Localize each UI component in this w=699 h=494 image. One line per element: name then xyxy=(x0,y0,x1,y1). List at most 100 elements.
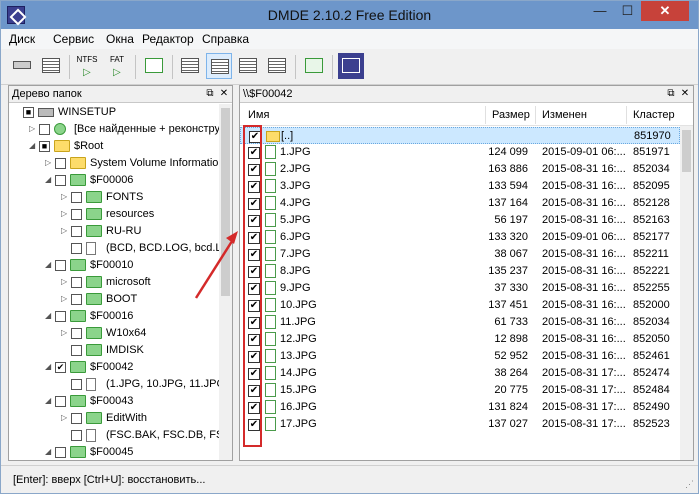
expand-icon[interactable]: ▷ xyxy=(61,192,67,201)
tree-row[interactable]: ▷ FONTS xyxy=(9,189,221,206)
about-button[interactable] xyxy=(338,53,364,79)
file-row[interactable]: ✔ 8.JPG 135 237 2015-08-31 16:... 852221 xyxy=(240,263,680,280)
drives-button[interactable] xyxy=(9,53,35,79)
tree-row[interactable]: ◢ $F00010 xyxy=(9,257,221,274)
tree-checkbox[interactable] xyxy=(55,158,66,169)
tree-row[interactable]: (FSC.BAK, FSC.DB, FSCaptu xyxy=(9,427,221,444)
column-modified[interactable]: Изменен xyxy=(542,109,587,121)
tree-checkbox[interactable] xyxy=(55,175,66,186)
close-icon[interactable]: ✕ xyxy=(679,87,691,100)
file-row[interactable]: ✔ 7.JPG 38 067 2015-08-31 16:... 852211 xyxy=(240,246,680,263)
tree-checkbox[interactable] xyxy=(71,209,82,220)
view-tree-button[interactable] xyxy=(177,53,203,79)
menu-windows[interactable]: Окна xyxy=(106,32,134,46)
tree-row[interactable]: ▷ RU-RU xyxy=(9,223,221,240)
tree-checkbox[interactable] xyxy=(71,345,82,356)
expand-icon[interactable]: ▷ xyxy=(61,294,67,303)
file-scrollbar[interactable] xyxy=(680,126,693,460)
tree-checkbox[interactable] xyxy=(71,413,82,424)
file-row[interactable]: ✔ 14.JPG 38 264 2015-08-31 17:... 852474 xyxy=(240,365,680,382)
new-button[interactable] xyxy=(141,53,167,79)
file-row[interactable]: ✔ 13.JPG 52 952 2015-08-31 16:... 852461 xyxy=(240,348,680,365)
tree-row[interactable]: ◢ ■ $Root xyxy=(9,138,221,155)
tree-row[interactable]: ▷ microsoft xyxy=(9,274,221,291)
view-details-button[interactable] xyxy=(235,53,261,79)
file-row[interactable]: ✔ 15.JPG 20 775 2015-08-31 17:... 852484 xyxy=(240,382,680,399)
tree-checkbox[interactable] xyxy=(71,294,82,305)
tree-checkbox[interactable] xyxy=(71,192,82,203)
expand-icon[interactable]: ▷ xyxy=(61,277,67,286)
tree-checkbox[interactable] xyxy=(55,447,66,458)
expand-icon[interactable]: ▷ xyxy=(29,124,35,133)
column-cluster[interactable]: Кластер xyxy=(633,109,675,121)
tree-checkbox[interactable] xyxy=(39,124,50,135)
file-row[interactable]: ✔ 1.JPG 124 099 2015-09-01 06:... 851971 xyxy=(240,144,680,161)
maximize-button[interactable]: ☐ xyxy=(614,1,641,21)
collapse-icon[interactable]: ◢ xyxy=(29,141,35,150)
file-scroll-thumb[interactable] xyxy=(682,130,691,172)
close-icon[interactable]: ✕ xyxy=(218,87,230,100)
menu-service[interactable]: Сервис xyxy=(53,32,94,46)
tree-row[interactable]: ◢ $F00043 xyxy=(9,393,221,410)
partitions-button[interactable] xyxy=(38,53,64,79)
column-name[interactable]: Имя xyxy=(248,109,269,121)
pin-icon[interactable]: ⧉ xyxy=(665,87,677,100)
collapse-icon[interactable]: ◢ xyxy=(45,311,51,320)
recover-button[interactable] xyxy=(301,53,327,79)
tree-row[interactable]: (1.JPG, 10.JPG, 11.JPG, 12.JF xyxy=(9,376,221,393)
search-button[interactable] xyxy=(264,53,290,79)
tree-row[interactable]: IMDISK xyxy=(9,342,221,359)
pin-icon[interactable]: ⧉ xyxy=(204,87,216,100)
close-button[interactable]: ✕ xyxy=(641,1,689,21)
expand-icon[interactable]: ▷ xyxy=(61,413,67,422)
file-row[interactable]: ✔ 4.JPG 137 164 2015-08-31 16:... 852128 xyxy=(240,195,680,212)
tree-checkbox[interactable] xyxy=(71,328,82,339)
ntfs-search-button[interactable]: NTFS ▷ xyxy=(74,53,100,79)
tree-row[interactable]: ▷ BOOT xyxy=(9,291,221,308)
tree-row[interactable]: ◢ $F00045 xyxy=(9,444,221,460)
tree-checkbox[interactable] xyxy=(71,226,82,237)
tree-row[interactable]: ◢ $F00016 xyxy=(9,308,221,325)
resize-grip-icon[interactable]: ⋰ xyxy=(685,479,694,490)
view-list-button[interactable] xyxy=(206,53,232,79)
expand-icon[interactable]: ▷ xyxy=(61,226,67,235)
tree-checkbox[interactable]: ✔ xyxy=(55,362,66,373)
file-row[interactable]: ✔ 5.JPG 56 197 2015-08-31 16:... 852163 xyxy=(240,212,680,229)
fat-search-button[interactable]: FAT ▷ xyxy=(104,53,130,79)
menu-editor[interactable]: Редактор xyxy=(142,32,194,46)
file-row[interactable]: ✔ 9.JPG 37 330 2015-08-31 16:... 852255 xyxy=(240,280,680,297)
parent-folder-row[interactable]: ✔ [..] 851970 xyxy=(240,127,680,144)
minimize-button[interactable]: — xyxy=(586,1,614,21)
tree-row[interactable]: ▷ resources xyxy=(9,206,221,223)
tree-scrollbar[interactable] xyxy=(219,104,232,460)
tree-checkbox[interactable] xyxy=(71,277,82,288)
expand-icon[interactable]: ▷ xyxy=(45,158,51,167)
expand-icon[interactable]: ▷ xyxy=(61,209,67,218)
file-row[interactable]: ✔ 17.JPG 137 027 2015-08-31 17:... 852523 xyxy=(240,416,680,433)
file-row[interactable]: ✔ 2.JPG 163 886 2015-08-31 16:... 852034 xyxy=(240,161,680,178)
file-row[interactable]: ✔ 3.JPG 133 594 2015-08-31 16:... 852095 xyxy=(240,178,680,195)
tree-row[interactable]: ▷ EditWith xyxy=(9,410,221,427)
tree-row[interactable]: ▷ [Все найденные + реконстру xyxy=(9,121,221,138)
menu-help[interactable]: Справка xyxy=(202,32,249,46)
collapse-icon[interactable]: ◢ xyxy=(45,362,51,371)
column-size[interactable]: Размер xyxy=(492,109,530,121)
tree-row[interactable]: ▷ System Volume Information xyxy=(9,155,221,172)
tree-checkbox[interactable] xyxy=(55,396,66,407)
expand-icon[interactable]: ▷ xyxy=(61,328,67,337)
collapse-icon[interactable]: ◢ xyxy=(45,447,51,456)
file-row[interactable]: ✔ 11.JPG 61 733 2015-08-31 16:... 852034 xyxy=(240,314,680,331)
file-row[interactable]: ✔ 10.JPG 137 451 2015-08-31 16:... 852000 xyxy=(240,297,680,314)
file-row[interactable]: ✔ 16.JPG 131 824 2015-08-31 17:... 852490 xyxy=(240,399,680,416)
tree-checkbox[interactable]: ■ xyxy=(23,107,34,118)
collapse-icon[interactable]: ◢ xyxy=(45,175,51,184)
file-row[interactable]: ✔ 12.JPG 12 898 2015-08-31 16:... 852050 xyxy=(240,331,680,348)
column-separator[interactable] xyxy=(535,106,536,124)
tree-row[interactable]: (BCD, BCD.LOG, bcd.LOG1 xyxy=(9,240,221,257)
tree-checkbox[interactable] xyxy=(71,430,82,441)
collapse-icon[interactable]: ◢ xyxy=(45,396,51,405)
column-separator[interactable] xyxy=(485,106,486,124)
collapse-icon[interactable]: ◢ xyxy=(45,260,51,269)
tree-checkbox[interactable]: ■ xyxy=(39,141,50,152)
tree-checkbox[interactable] xyxy=(55,311,66,322)
